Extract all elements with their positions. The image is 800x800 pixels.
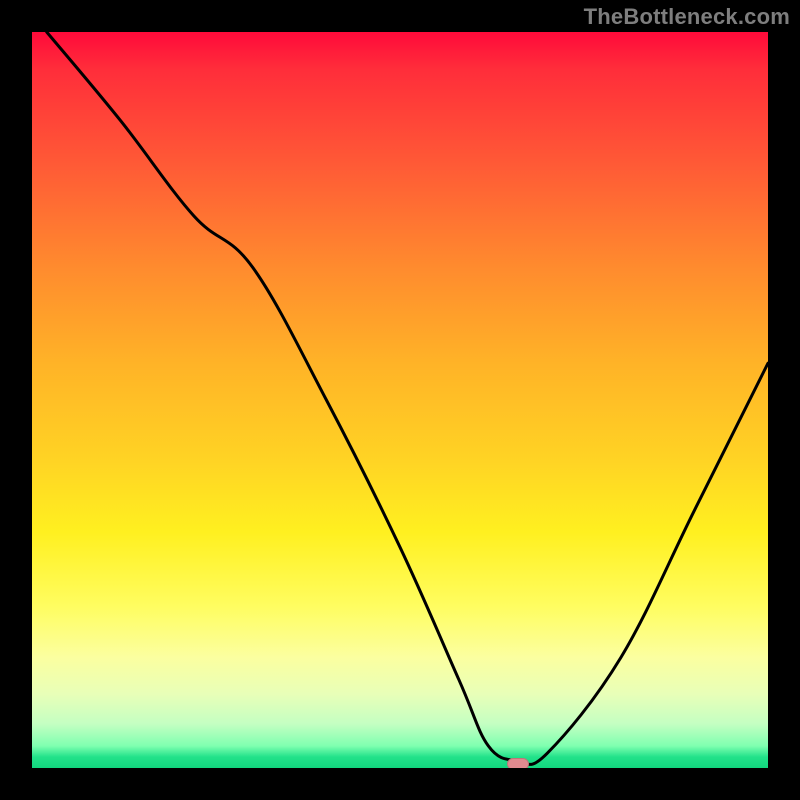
optimal-marker [507,758,529,768]
plot-area [32,32,768,768]
watermark-text: TheBottleneck.com [584,6,790,28]
chart-stage: TheBottleneck.com [0,0,800,800]
bottleneck-curve [32,32,768,768]
